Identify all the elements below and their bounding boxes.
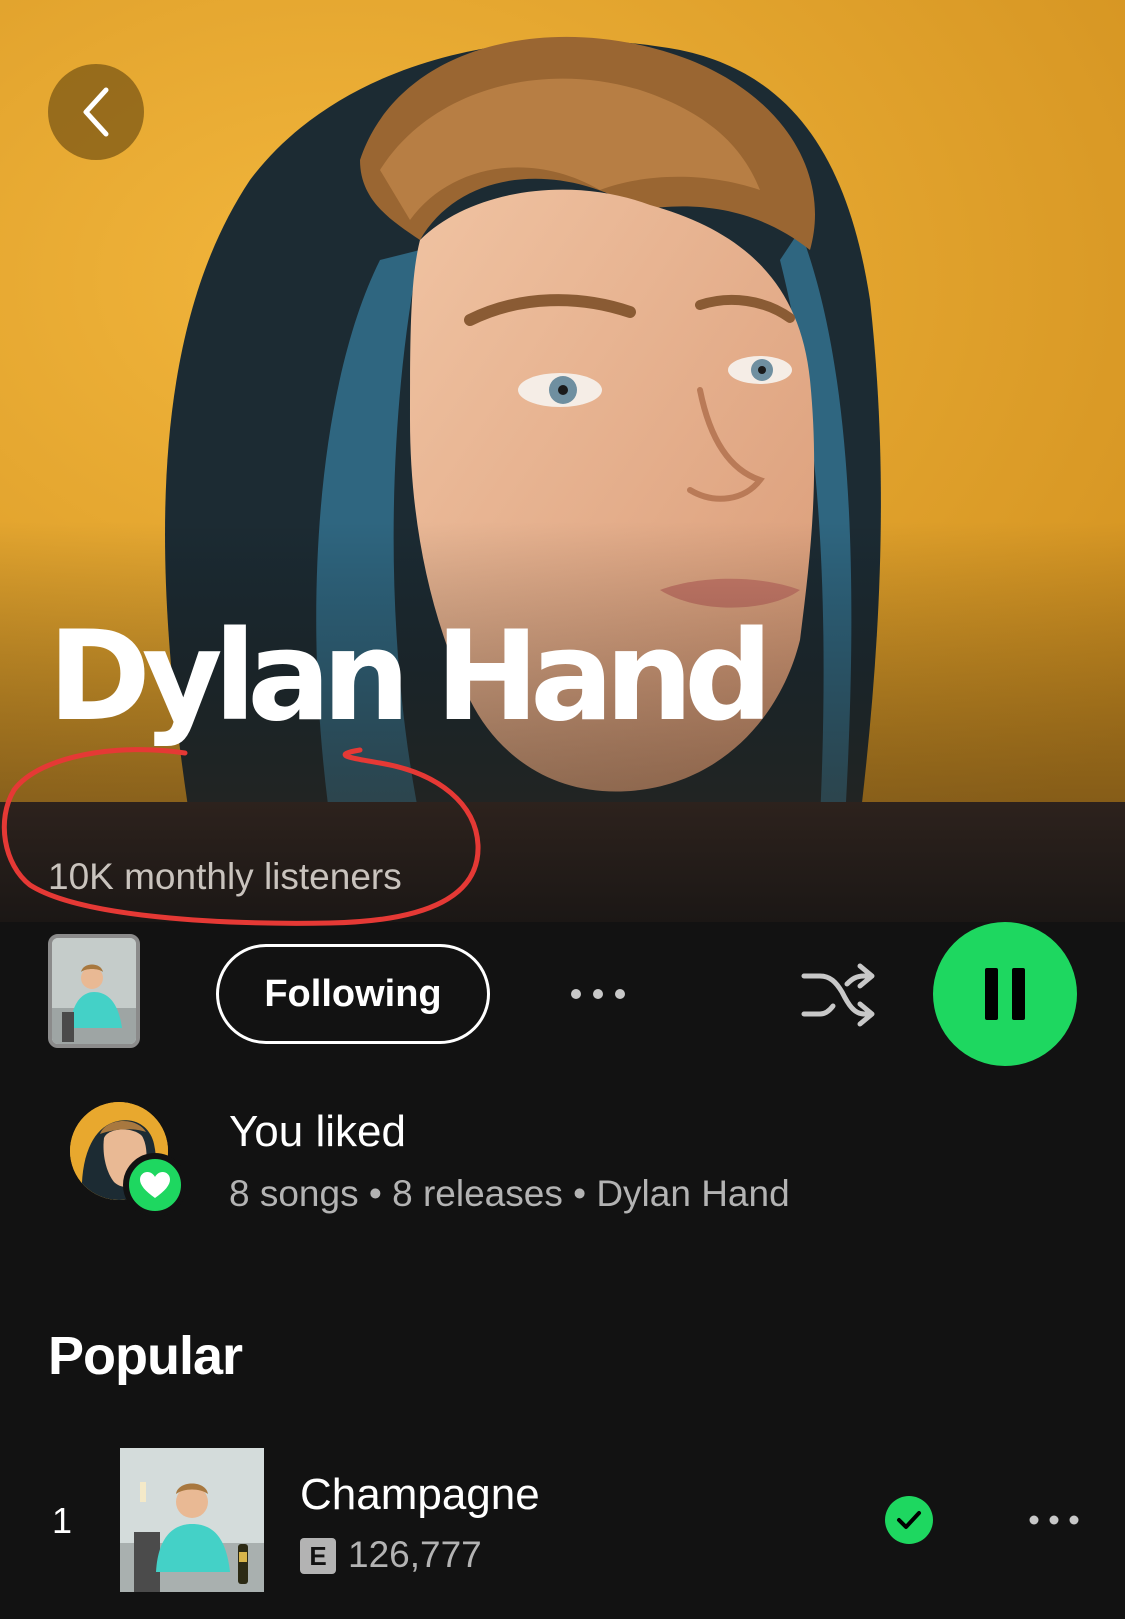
check-icon — [897, 1511, 921, 1529]
shuffle-icon — [801, 963, 875, 1027]
explicit-badge: E — [300, 1538, 336, 1574]
liked-songs-row[interactable]: You liked 8 songs • 8 releases • Dylan H… — [0, 1095, 1125, 1235]
artist-name: Dylan Hand — [48, 605, 773, 749]
more-horizontal-icon — [1029, 1515, 1079, 1525]
track-cover-image — [120, 1448, 264, 1592]
track-more-options-button[interactable] — [1024, 1498, 1084, 1542]
album-preview-thumbnail[interactable] — [48, 934, 140, 1048]
track-number: 1 — [52, 1500, 73, 1541]
artist-controls: Following — [0, 922, 1125, 1066]
heart-icon — [140, 1172, 170, 1198]
following-button[interactable]: Following — [216, 944, 490, 1044]
liked-title: You liked — [229, 1107, 406, 1156]
track-title: Champagne — [300, 1470, 540, 1519]
shuffle-button[interactable] — [798, 960, 878, 1030]
play-pause-button[interactable] — [933, 922, 1077, 1066]
track-row[interactable]: 1 Champagne E 126,777 — [0, 1448, 1125, 1596]
chevron-left-icon — [83, 87, 109, 137]
album-cover-image — [52, 938, 136, 1044]
track-play-count: 126,777 — [348, 1534, 482, 1575]
saved-to-library-button[interactable] — [885, 1496, 933, 1544]
liked-badge — [123, 1153, 187, 1217]
back-button[interactable] — [48, 64, 144, 160]
popular-section-title: Popular — [48, 1326, 243, 1386]
artist-hero: Dylan Hand — [0, 0, 1125, 802]
more-options-button[interactable] — [566, 970, 630, 1018]
pause-icon — [985, 968, 1025, 1020]
monthly-listeners: 10K monthly listeners — [48, 856, 402, 897]
liked-subtitle: 8 songs • 8 releases • Dylan Hand — [229, 1173, 790, 1214]
more-horizontal-icon — [571, 989, 625, 999]
